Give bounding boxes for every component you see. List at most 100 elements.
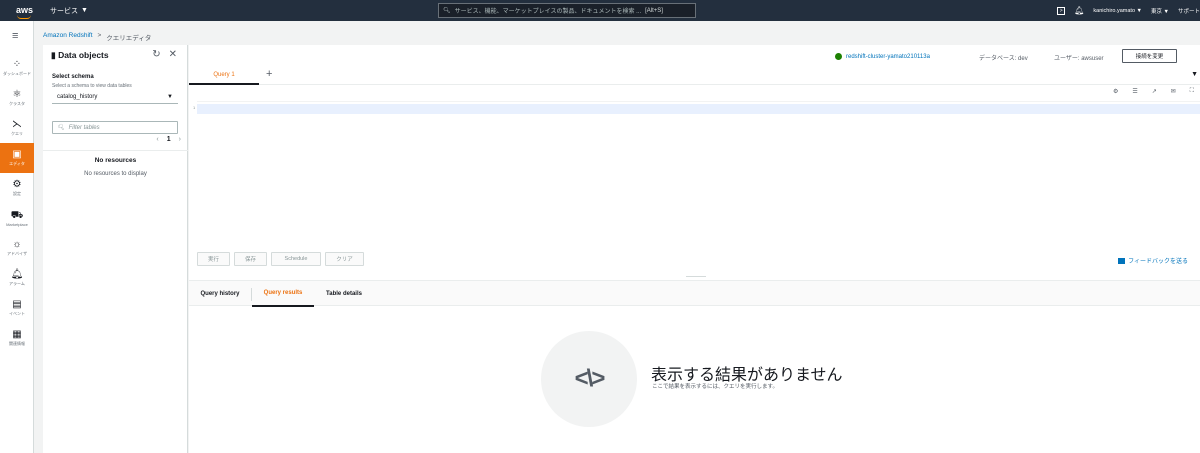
settings-icon[interactable]: ⚙	[1113, 88, 1118, 95]
data-objects-panel: ▮ Data objects ↻ ✕ Select schema Select …	[43, 45, 188, 453]
rail-label: Marketplace	[6, 221, 28, 227]
nav-right: > 🔔︎ kanichiro.yamato ▼ 東京 ▼ サポート	[1057, 0, 1200, 21]
data-objects-title-text: Data objects	[58, 50, 109, 60]
search-icon: 🔍︎	[443, 8, 451, 14]
save-button[interactable]: 保存	[234, 252, 267, 266]
rail-item-events[interactable]: ▤ イベント	[0, 293, 34, 323]
select-schema-description: Select a schema to view data tables	[52, 83, 132, 89]
empty-state-text: ここで結果を表示するには、クエリを実行します。	[652, 384, 778, 390]
chevron-left-icon[interactable]: ‹	[156, 136, 158, 143]
services-menu[interactable]: サービス ▼	[50, 6, 88, 16]
rail-item-dashboard[interactable]: ⁘ ダッシュボード	[0, 53, 34, 83]
caret-down-icon: ▼	[81, 7, 88, 14]
editor-actions: 実行 保存 Schedule クリア	[197, 252, 364, 266]
mail-icon[interactable]: ✉	[1171, 88, 1176, 95]
schema-select-value: catalog_history	[57, 94, 98, 100]
rail-item-editor[interactable]: ▣ エディタ	[0, 143, 34, 173]
pagination: ‹ 1 ›	[156, 136, 181, 143]
feedback-icon	[1118, 257, 1126, 264]
rail-item-settings[interactable]: ⚙ 設定	[0, 173, 34, 203]
cluster-icon: ⚛	[12, 89, 22, 100]
rail-item-queries[interactable]: ⋋ クエリ	[0, 113, 34, 143]
no-resources-text: No resources to display	[84, 171, 147, 177]
rail-label: クラスタ	[9, 101, 25, 106]
aws-logo[interactable]: aws	[16, 5, 38, 19]
schema-select[interactable]: catalog_history ▼	[52, 91, 178, 104]
query-editor-area: redshift-cluster-yamato210113a データベース: d…	[189, 45, 1200, 453]
info-icon: ▦	[12, 329, 22, 340]
rail-item-clusters[interactable]: ⚛ クラスタ	[0, 83, 34, 113]
empty-state-code-icon: <\>	[541, 331, 637, 427]
editor-icon: ▣	[12, 149, 22, 160]
events-icon: ▤	[12, 299, 22, 310]
rail-label: 設定	[13, 191, 21, 196]
breadcrumb: Amazon Redshift > クエリエディタ	[43, 32, 151, 42]
panel-actions: ↻ ✕	[152, 49, 177, 60]
close-icon[interactable]: ✕	[169, 49, 177, 60]
marketplace-icon: ⛟	[10, 209, 24, 221]
refresh-icon[interactable]: ↻	[152, 49, 160, 60]
bell-icon[interactable]: 🔔︎	[1074, 6, 1084, 15]
rail-label: 関連情報	[9, 341, 25, 346]
results-tabs: Query history Query results Table detail…	[189, 280, 1200, 307]
divider	[43, 150, 188, 151]
cluster-name: redshift-cluster-yamato210113a	[846, 53, 930, 60]
caret-down-icon[interactable]: ▼	[1191, 71, 1198, 78]
top-navigation: aws サービス ▼ 🔍︎ サービス、機能、マーケットプレイスの製品、ドキュメント…	[0, 0, 1200, 21]
filter-tables-input[interactable]: 🔍︎ Filter tables	[52, 121, 178, 134]
chevron-right-icon: >	[97, 32, 102, 39]
data-objects-title: ▮ Data objects	[51, 50, 109, 61]
settings-icon: ⚙	[12, 179, 22, 190]
resize-handle[interactable]	[686, 276, 706, 277]
rail-item-alarms[interactable]: 🔔︎ アラーム	[0, 263, 34, 293]
page-number[interactable]: 1	[167, 136, 171, 143]
alarm-icon: 🔔︎	[10, 269, 24, 280]
feedback-link[interactable]: フィードバックを送る	[1118, 256, 1188, 265]
rail-item-info[interactable]: ▦ 関連情報	[0, 323, 34, 353]
tab-query-history[interactable]: Query history	[189, 281, 251, 307]
rail-item-advisor[interactable]: ☼ アドバイザ	[0, 233, 34, 263]
region-menu[interactable]: 東京 ▼	[1151, 7, 1169, 15]
search-shortcut: [Alt+S]	[645, 7, 663, 14]
schedule-button[interactable]: Schedule	[271, 252, 321, 266]
change-connection-button[interactable]: 接続を変更	[1122, 49, 1177, 63]
status-connected-icon	[835, 53, 842, 60]
no-resources-title: No resources	[94, 157, 137, 164]
services-label: サービス	[50, 7, 78, 15]
user-name: kanichiro.yamato	[1093, 7, 1135, 14]
explain-icon[interactable]: ↗	[1152, 88, 1157, 95]
cloudshell-icon[interactable]: >	[1057, 6, 1066, 15]
tab-query-1[interactable]: Query 1	[189, 67, 259, 85]
global-search-input[interactable]: 🔍︎ サービス、機能、マーケットプレイスの製品、ドキュメントを検索 ... [A…	[438, 3, 696, 18]
line-number: 1	[193, 105, 196, 110]
rail-item-marketplace[interactable]: ⛟ Marketplace	[0, 203, 34, 233]
rail-label: クエリ	[11, 131, 23, 136]
left-rail: ≡ ⁘ ダッシュボード ⚛ クラスタ ⋋ クエリ ▣ エディタ ⚙ 設定 ⛟ Marketp…	[0, 21, 34, 453]
run-button[interactable]: 実行	[197, 252, 230, 266]
support-menu[interactable]: サポート	[1178, 7, 1200, 15]
editor-toolbar: ⚙ ☰ ↗ ✉ ⛶	[1113, 88, 1194, 95]
hamburger-menu-icon[interactable]: ≡	[12, 31, 18, 42]
search-placeholder: サービス、機能、マーケットプレイスの製品、ドキュメントを検索 ...	[454, 9, 642, 15]
add-tab-icon[interactable]: +	[266, 68, 272, 80]
database-label: データベース: dev	[979, 56, 1028, 62]
sql-editor[interactable]: 1	[193, 101, 1200, 246]
search-icon: 🔍︎	[57, 125, 65, 131]
active-line	[197, 104, 1200, 114]
dashboard-icon: ⁘	[12, 59, 22, 70]
cluster-connection[interactable]: redshift-cluster-yamato210113a	[835, 53, 930, 60]
filter-placeholder: Filter tables	[68, 124, 100, 131]
fullscreen-icon[interactable]: ⛶	[1190, 88, 1194, 95]
clear-button[interactable]: クリア	[325, 252, 364, 266]
user-menu[interactable]: kanichiro.yamato ▼	[1093, 8, 1142, 14]
format-icon[interactable]: ☰	[1132, 88, 1137, 95]
aws-smile-icon	[17, 15, 31, 19]
chevron-right-icon[interactable]: ›	[179, 136, 181, 143]
query-tabs: Query 1 + ▼	[189, 67, 1200, 85]
breadcrumb-link-redshift[interactable]: Amazon Redshift	[43, 32, 93, 42]
tab-query-results[interactable]: Query results	[252, 281, 314, 307]
aws-logo-text: aws	[16, 5, 34, 15]
region-name: 東京	[1150, 8, 1162, 15]
tab-table-details[interactable]: Table details	[316, 281, 372, 307]
collapse-icon[interactable]: ▮	[51, 50, 56, 60]
